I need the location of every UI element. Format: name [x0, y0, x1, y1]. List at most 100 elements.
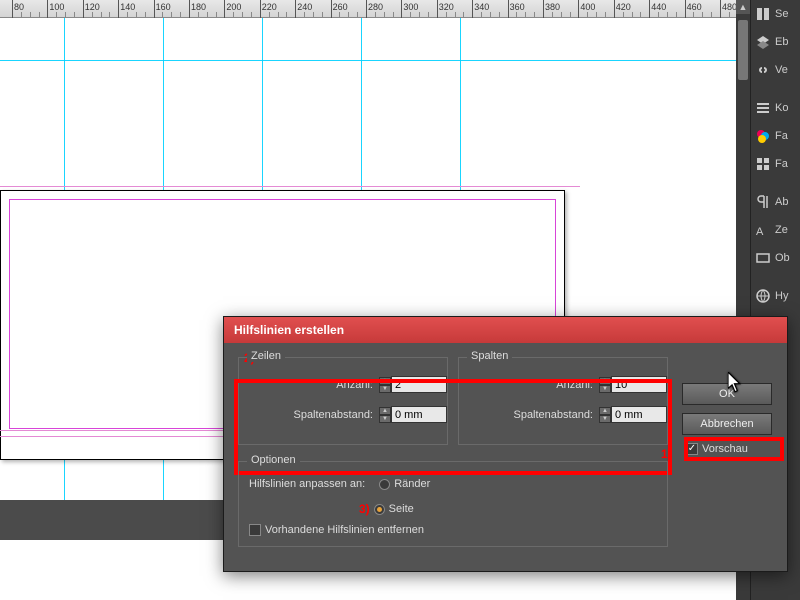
ruler-tick-minor	[384, 12, 385, 18]
ruler-tick-minor	[632, 12, 633, 18]
cols-gutter-spinner[interactable]: ▲▼	[599, 406, 667, 423]
spinner-down-icon[interactable]: ▼	[599, 415, 611, 423]
rows-gutter-input[interactable]	[391, 406, 447, 423]
ruler-tick	[189, 0, 190, 18]
scroll-thumb[interactable]	[738, 20, 748, 80]
rows-count-input[interactable]	[391, 376, 447, 393]
ruler-tick-minor	[127, 12, 128, 18]
ruler-tick-label: 280	[368, 2, 383, 12]
bleed-line	[0, 186, 580, 187]
dock-panel-layers[interactable]: Eb	[751, 28, 800, 56]
ruler-tick-minor	[136, 12, 137, 18]
dock-panel-label: Eb	[775, 36, 788, 48]
ruler-tick-minor	[640, 12, 641, 18]
rows-count-spinner[interactable]: ▲▼	[379, 376, 447, 393]
ruler-tick-minor	[490, 12, 491, 18]
ruler-tick-minor	[145, 12, 146, 18]
ruler-tick-minor	[109, 12, 110, 18]
ruler-tick-minor	[92, 12, 93, 18]
dock-panel-obj[interactable]: Ob	[751, 244, 800, 272]
links-icon	[755, 62, 771, 78]
ruler-tick-minor	[242, 12, 243, 18]
remove-guides-checkbox[interactable]	[249, 524, 261, 536]
ruler-tick-minor	[357, 12, 358, 18]
cancel-button[interactable]: Abbrechen	[682, 413, 772, 435]
dock-panel-pages[interactable]: Se	[751, 0, 800, 28]
dock-panel-label: Fa	[775, 158, 788, 170]
ruler-tick	[649, 0, 650, 18]
rows-gutter-spinner[interactable]: ▲▼	[379, 406, 447, 423]
dock-panel-label: Ko	[775, 102, 788, 114]
fit-guides-label: Hilfslinien anpassen an:	[249, 478, 365, 490]
ruler-tick-minor	[587, 12, 588, 18]
ruler-tick-minor	[605, 12, 606, 18]
spinner-up-icon[interactable]: ▲	[599, 377, 611, 385]
grid-icon	[755, 156, 771, 172]
cols-gutter-label: Spaltenabstand:	[459, 409, 599, 421]
guide-horizontal[interactable]	[0, 60, 736, 61]
ruler-tick-minor	[455, 12, 456, 18]
pages-icon	[755, 6, 771, 22]
spinner-down-icon[interactable]: ▼	[599, 385, 611, 393]
ruler-tick-label: 260	[333, 2, 348, 12]
char-icon: A	[755, 222, 771, 238]
ruler-tick	[578, 0, 579, 18]
scroll-up-arrow-icon[interactable]: ▲	[736, 0, 750, 14]
swatch-icon	[755, 128, 771, 144]
ruler-tick-minor	[499, 12, 500, 18]
ruler-tick	[401, 0, 402, 18]
spinner-up-icon[interactable]: ▲	[379, 377, 391, 385]
ruler-tick-minor	[39, 12, 40, 18]
ruler-tick-minor	[348, 12, 349, 18]
spinner-up-icon[interactable]: ▲	[599, 407, 611, 415]
ruler-tick-minor	[233, 12, 234, 18]
dock-panel-char[interactable]: AZe	[751, 216, 800, 244]
cols-count-spinner[interactable]: ▲▼	[599, 376, 667, 393]
ruler-tick-label: 440	[651, 2, 666, 12]
create-guides-dialog: Hilfslinien erstellen 2) Zeilen Anzahl: …	[223, 316, 788, 572]
ruler-tick-minor	[534, 12, 535, 18]
annotation-3: 3)	[359, 502, 370, 516]
fit-page-radio[interactable]	[374, 504, 385, 515]
ruler-tick	[437, 0, 438, 18]
dock-panel-swatch[interactable]: Fa	[751, 122, 800, 150]
dock-panel-links[interactable]: Ve	[751, 56, 800, 84]
cols-count-input[interactable]	[611, 376, 667, 393]
rows-group: Zeilen Anzahl: ▲▼ Spaltenabstand: ▲▼	[238, 357, 448, 445]
ruler-tick	[295, 0, 296, 18]
spinner-up-icon[interactable]: ▲	[379, 407, 391, 415]
fit-margins-radio[interactable]	[379, 479, 390, 490]
ruler-tick-minor	[30, 12, 31, 18]
dock-panel-strokes[interactable]: Ko	[751, 94, 800, 122]
layers-icon	[755, 34, 771, 50]
ruler-tick	[366, 0, 367, 18]
ruler-tick	[224, 0, 225, 18]
preview-checkbox[interactable]	[686, 443, 698, 455]
dock-panel-grid[interactable]: Fa	[751, 150, 800, 178]
ruler-tick-minor	[101, 12, 102, 18]
ruler-tick-minor	[481, 12, 482, 18]
para-icon	[755, 194, 771, 210]
ruler-tick-label: 240	[297, 2, 312, 12]
strokes-icon	[755, 100, 771, 116]
ruler-tick	[472, 0, 473, 18]
spinner-down-icon[interactable]: ▼	[379, 385, 391, 393]
ruler-tick-label: 80	[14, 2, 24, 12]
columns-group: Spalten Anzahl: ▲▼ Spaltenabstand: ▲▼	[458, 357, 668, 445]
rows-legend: Zeilen	[247, 350, 285, 362]
ruler-tick-label: 200	[226, 2, 241, 12]
ruler-tick-minor	[304, 12, 305, 18]
annotation-1: 1)	[661, 447, 672, 461]
dock-panel-link2[interactable]: Hy	[751, 282, 800, 310]
remove-guides-label: Vorhandene Hilfslinien entfernen	[265, 524, 424, 536]
columns-legend: Spalten	[467, 350, 512, 362]
dock-panel-label: Ab	[775, 196, 788, 208]
ruler-tick-minor	[393, 12, 394, 18]
dock-panel-para[interactable]: Ab	[751, 188, 800, 216]
ruler-tick-label: 480	[722, 2, 737, 12]
ok-button[interactable]: OK	[682, 383, 772, 405]
cols-gutter-input[interactable]	[611, 406, 667, 423]
dialog-title[interactable]: Hilfslinien erstellen	[224, 317, 787, 343]
ruler-tick	[12, 0, 13, 18]
spinner-down-icon[interactable]: ▼	[379, 415, 391, 423]
